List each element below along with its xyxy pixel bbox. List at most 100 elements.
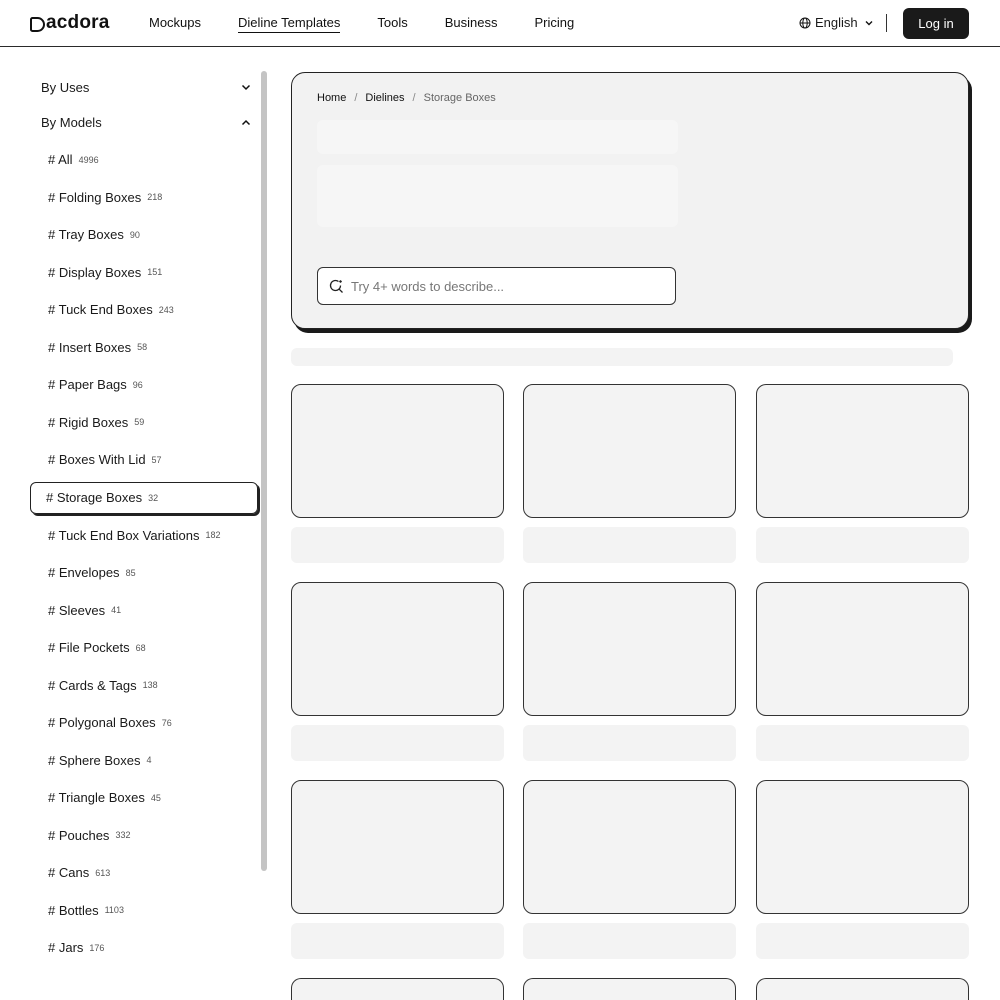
sidebar-item-jars[interactable]: # Jars 176 bbox=[30, 929, 260, 967]
card-thumbnail[interactable] bbox=[523, 978, 736, 1000]
item-count: 32 bbox=[148, 492, 159, 503]
description-skeleton bbox=[317, 165, 678, 227]
breadcrumb-home[interactable]: Home bbox=[317, 92, 346, 104]
sidebar-item-sphere-boxes[interactable]: # Sphere Boxes 4 bbox=[30, 742, 260, 780]
template-card[interactable] bbox=[523, 582, 736, 761]
breadcrumb-current: Storage Boxes bbox=[423, 92, 496, 104]
category-sidebar: By Uses By Models # All 4996 # Folding Bo… bbox=[30, 70, 260, 967]
card-thumbnail[interactable] bbox=[291, 978, 504, 1000]
item-label: # Tuck End Boxes bbox=[48, 302, 153, 318]
item-count: 59 bbox=[134, 417, 145, 428]
sidebar-item-sleeves[interactable]: # Sleeves 41 bbox=[30, 592, 260, 630]
sidebar-item-tuck-end-box-variations[interactable]: # Tuck End Box Variations 182 bbox=[30, 517, 260, 555]
item-count: 1103 bbox=[104, 905, 124, 916]
item-label: # Sleeves bbox=[48, 602, 106, 618]
item-label: # Display Boxes bbox=[48, 264, 142, 280]
item-label: # Tuck End Box Variations bbox=[48, 527, 200, 543]
sidebar-item-cards-tags[interactable]: # Cards & Tags 138 bbox=[30, 667, 260, 705]
card-thumbnail[interactable] bbox=[291, 384, 504, 518]
group-by-models[interactable]: By Models bbox=[30, 104, 260, 141]
card-caption-skeleton bbox=[523, 527, 736, 563]
card-thumbnail[interactable] bbox=[291, 780, 504, 914]
breadcrumb: Home / Dielines / Storage Boxes bbox=[317, 92, 496, 104]
template-card[interactable] bbox=[291, 384, 504, 563]
card-thumbnail[interactable] bbox=[291, 582, 504, 716]
template-card[interactable] bbox=[523, 978, 736, 1000]
template-card[interactable] bbox=[291, 978, 504, 1000]
pacdora-logo[interactable]: acdora bbox=[30, 12, 110, 34]
card-caption-skeleton bbox=[291, 923, 504, 959]
sidebar-item-pouches[interactable]: # Pouches 332 bbox=[30, 817, 260, 855]
breadcrumb-separator: / bbox=[412, 92, 416, 104]
nav-tools[interactable]: Tools bbox=[377, 15, 407, 33]
sidebar-item-all[interactable]: # All 4996 bbox=[30, 141, 260, 179]
sidebar-item-polygonal-boxes[interactable]: # Polygonal Boxes 76 bbox=[30, 704, 260, 742]
card-thumbnail[interactable] bbox=[523, 384, 736, 518]
globe-icon bbox=[799, 17, 811, 28]
card-thumbnail[interactable] bbox=[756, 978, 969, 1000]
card-caption-skeleton bbox=[523, 725, 736, 761]
item-count: 57 bbox=[151, 454, 162, 465]
template-card[interactable] bbox=[291, 780, 504, 959]
template-card[interactable] bbox=[756, 582, 969, 761]
item-label: # Cans bbox=[48, 865, 90, 881]
item-count: 243 bbox=[158, 304, 174, 315]
login-button[interactable]: Log in bbox=[903, 8, 969, 39]
item-label: # File Pockets bbox=[48, 640, 130, 656]
item-label: # All bbox=[48, 152, 73, 168]
nav-business[interactable]: Business bbox=[445, 15, 498, 33]
item-label: # Boxes With Lid bbox=[48, 452, 146, 468]
template-card[interactable] bbox=[523, 780, 736, 959]
template-card[interactable] bbox=[756, 384, 969, 563]
search-input[interactable] bbox=[351, 278, 651, 294]
card-caption-skeleton bbox=[291, 725, 504, 761]
card-thumbnail[interactable] bbox=[523, 780, 736, 914]
card-thumbnail[interactable] bbox=[523, 582, 736, 716]
main-nav: Mockups Dieline Templates Tools Business… bbox=[149, 15, 611, 33]
sidebar-item-bottles[interactable]: # Bottles 1103 bbox=[30, 892, 260, 930]
sidebar-item-file-pockets[interactable]: # File Pockets 68 bbox=[30, 629, 260, 667]
search-box[interactable] bbox=[317, 267, 676, 305]
breadcrumb-separator: / bbox=[354, 92, 358, 104]
nav-dieline-templates[interactable]: Dieline Templates bbox=[238, 15, 341, 33]
card-thumbnail[interactable] bbox=[756, 384, 969, 518]
template-card[interactable] bbox=[756, 780, 969, 959]
template-card[interactable] bbox=[291, 582, 504, 761]
sidebar-item-paper-bags[interactable]: # Paper Bags 96 bbox=[30, 366, 260, 404]
sidebar-item-storage-boxes[interactable]: # Storage Boxes 32 bbox=[30, 481, 258, 514]
language-label: English bbox=[815, 15, 858, 30]
item-count: 58 bbox=[137, 342, 148, 353]
group-label: By Uses bbox=[41, 79, 90, 95]
hero-panel: Home / Dielines / Storage Boxes bbox=[291, 72, 969, 329]
template-card[interactable] bbox=[523, 384, 736, 563]
item-label: # Storage Boxes bbox=[46, 490, 143, 505]
card-thumbnail[interactable] bbox=[756, 582, 969, 716]
sidebar-scrollbar[interactable] bbox=[261, 71, 267, 871]
sidebar-item-folding-boxes[interactable]: # Folding Boxes 218 bbox=[30, 179, 260, 217]
template-card[interactable] bbox=[756, 978, 969, 1000]
sidebar-item-tray-boxes[interactable]: # Tray Boxes 90 bbox=[30, 216, 260, 254]
group-by-uses[interactable]: By Uses bbox=[30, 70, 260, 104]
item-label: # Folding Boxes bbox=[48, 189, 142, 205]
sidebar-item-display-boxes[interactable]: # Display Boxes 151 bbox=[30, 254, 260, 292]
language-selector[interactable]: English bbox=[799, 15, 878, 30]
card-thumbnail[interactable] bbox=[756, 780, 969, 914]
item-label: # Pouches bbox=[48, 827, 110, 843]
model-list: # All 4996 # Folding Boxes 218 # Tray Boxe… bbox=[30, 141, 260, 967]
card-caption-skeleton bbox=[756, 725, 969, 761]
item-count: 332 bbox=[115, 830, 131, 841]
item-label: # Paper Bags bbox=[48, 377, 127, 393]
sidebar-item-boxes-with-lid[interactable]: # Boxes With Lid 57 bbox=[30, 441, 260, 479]
sidebar-item-envelopes[interactable]: # Envelopes 85 bbox=[30, 554, 260, 592]
sidebar-item-triangle-boxes[interactable]: # Triangle Boxes 45 bbox=[30, 779, 260, 817]
sidebar-item-insert-boxes[interactable]: # Insert Boxes 58 bbox=[30, 329, 260, 367]
item-label: # Tray Boxes bbox=[48, 227, 124, 243]
item-label: # Bottles bbox=[48, 902, 99, 918]
nav-pricing[interactable]: Pricing bbox=[535, 15, 575, 33]
sidebar-item-tuck-end-boxes[interactable]: # Tuck End Boxes 243 bbox=[30, 291, 260, 329]
sidebar-item-rigid-boxes[interactable]: # Rigid Boxes 59 bbox=[30, 404, 260, 442]
header-divider bbox=[886, 14, 887, 32]
nav-mockups[interactable]: Mockups bbox=[149, 15, 201, 33]
breadcrumb-dielines[interactable]: Dielines bbox=[365, 92, 404, 104]
sidebar-item-cans[interactable]: # Cans 613 bbox=[30, 854, 260, 892]
